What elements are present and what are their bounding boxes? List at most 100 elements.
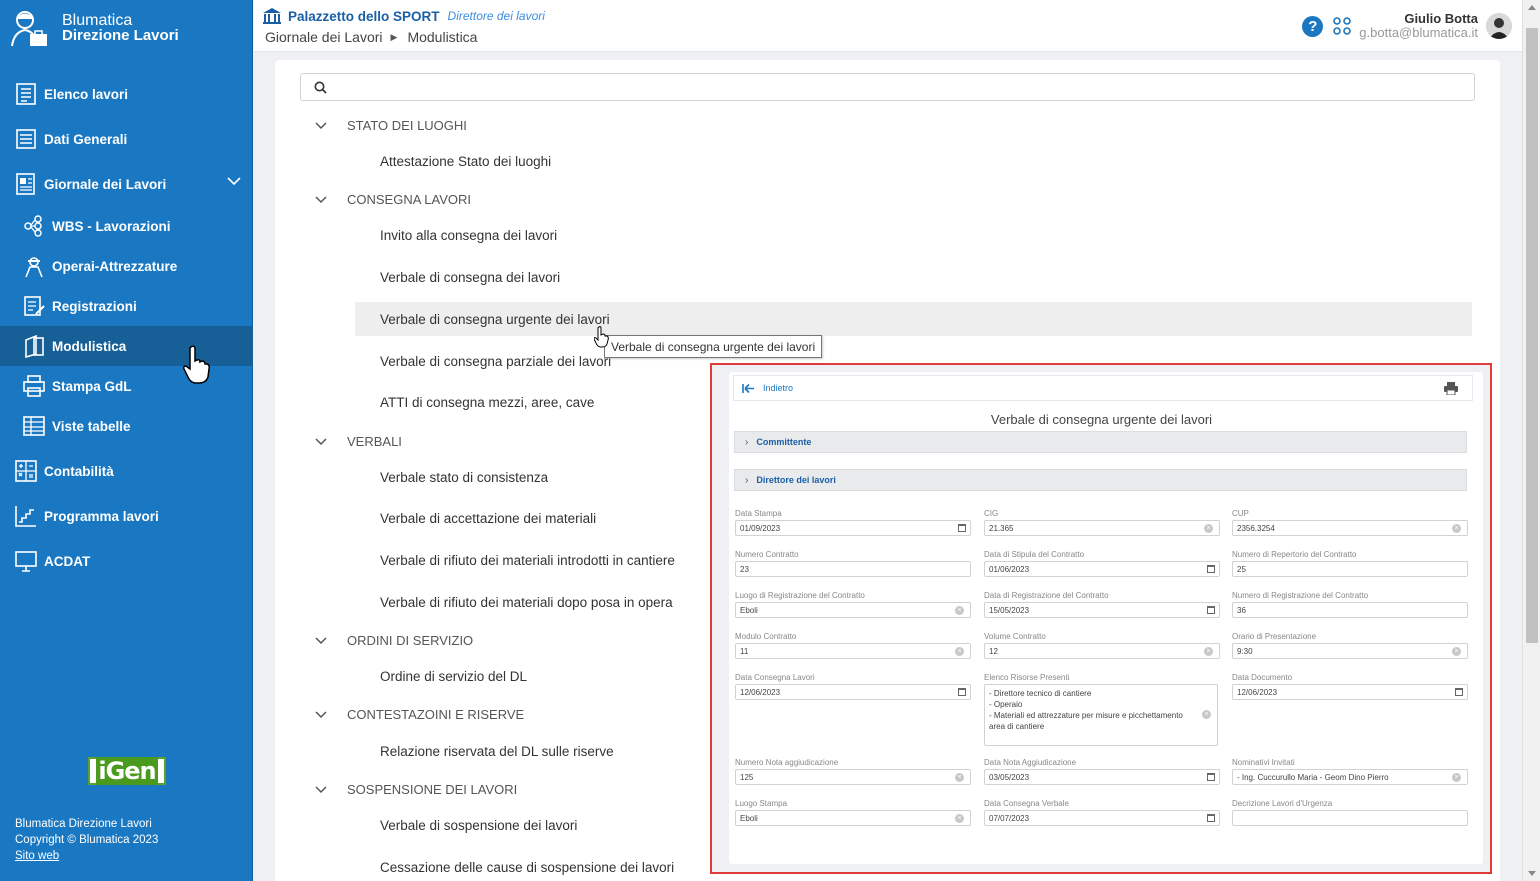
sidebar-item-wbs-lavorazioni[interactable]: WBS - Lavorazioni (0, 206, 253, 246)
sidebar-item-label: ACDAT (44, 553, 91, 569)
tree-item[interactable]: Attestazione Stato dei luoghi (355, 144, 1472, 178)
field-luogo-stampa: Luogo Stampa Eboli × (735, 799, 971, 826)
clear-icon[interactable]: × (955, 647, 964, 656)
sidebar-item-acdat[interactable]: ACDAT (0, 541, 253, 581)
text-input[interactable]: - Ing. Cuccurullo Maria - Geom Dino Pier… (1232, 769, 1468, 785)
chevron-right-icon: › (745, 436, 749, 448)
field-label: Modulo Contratto (735, 632, 797, 641)
sidebar-item-label: Contabilità (44, 463, 114, 479)
user-email: g.botta@blumatica.it (1359, 25, 1478, 40)
field-value: - Direttore tecnico di cantiere - Operai… (989, 689, 1183, 731)
sidebar-item-programma-lavori[interactable]: Programma lavori (0, 496, 253, 536)
igen-logo-text: iGen (96, 757, 158, 785)
date-input[interactable]: 01/06/2023 (984, 561, 1220, 577)
breadcrumb-item[interactable]: Giornale dei Lavori (265, 29, 383, 45)
sidebar-item-stampa-gdl[interactable]: Stampa GdL (0, 366, 253, 406)
field-value: 12 (989, 647, 998, 656)
breadcrumb: Giornale dei Lavori ▶ Modulistica (265, 29, 477, 45)
calendar-icon[interactable] (958, 688, 966, 696)
footer-website-link[interactable]: Sito web (15, 850, 59, 862)
accordion-label: Direttore dei lavori (756, 475, 836, 485)
tree-item[interactable]: Verbale di consegna urgente dei lavori (355, 302, 1472, 336)
text-input[interactable]: 9:30 × (1232, 643, 1468, 659)
accordion-committente[interactable]: › Committente (734, 431, 1467, 453)
apps-grid-icon[interactable] (1333, 17, 1352, 35)
clear-icon[interactable]: × (1452, 773, 1461, 782)
field-label: Numero di Repertorio del Contratto (1232, 550, 1357, 559)
text-input[interactable]: 12 × (984, 643, 1220, 659)
help-icon[interactable]: ? (1302, 15, 1324, 37)
text-input[interactable]: 125 × (735, 769, 971, 785)
field-value: Eboli (740, 606, 758, 615)
text-input[interactable]: 36 (1232, 602, 1468, 618)
text-input[interactable]: Eboli × (735, 602, 971, 618)
text-input[interactable]: 2356.3254 × (1232, 520, 1468, 536)
date-input[interactable]: 15/05/2023 (984, 602, 1220, 618)
calendar-icon[interactable] (1207, 773, 1215, 781)
field-value: Eboli (740, 814, 758, 823)
text-input[interactable]: 11 × (735, 643, 971, 659)
text-input[interactable]: 25 (1232, 561, 1468, 577)
scroll-up-icon[interactable] (1528, 5, 1536, 10)
sidebar-item-giornale-dei-lavori[interactable]: Giornale dei Lavori (0, 164, 253, 204)
tree-section[interactable]: CONTESTAZOINI E RISERVE (315, 707, 524, 722)
sidebar-item-elenco-lavori[interactable]: Elenco lavori (0, 74, 253, 114)
chart-steps-icon (15, 506, 36, 527)
tooltip: Verbale di consegna urgente dei lavori (604, 335, 823, 358)
text-input[interactable]: 23 (735, 561, 971, 577)
clear-icon[interactable]: × (955, 814, 964, 823)
app-logo[interactable]: Blumatica Direzione Lavori (10, 8, 179, 48)
scroll-down-icon[interactable] (1528, 871, 1536, 876)
avatar[interactable] (1486, 13, 1512, 39)
clear-icon[interactable]: × (1204, 524, 1213, 533)
calendar-icon[interactable] (1207, 606, 1215, 614)
calendar-icon[interactable] (1207, 814, 1215, 822)
date-input[interactable]: 01/09/2023 (735, 520, 971, 536)
clear-icon[interactable]: × (1452, 647, 1461, 656)
calendar-icon[interactable] (958, 524, 966, 532)
field-label: Numero Contratto (735, 550, 799, 559)
clear-icon[interactable]: × (1202, 710, 1211, 719)
sidebar-item-label: Elenco lavori (44, 86, 129, 102)
sidebar-item-registrazioni[interactable]: Registrazioni (0, 286, 253, 326)
clear-icon[interactable]: × (1204, 647, 1213, 656)
text-input[interactable]: Eboli × (735, 810, 971, 826)
date-input[interactable]: 12/06/2023 (1232, 684, 1468, 700)
date-input[interactable]: 03/05/2023 (984, 769, 1220, 785)
sidebar-item-dati-generali[interactable]: Dati Generali (0, 119, 253, 159)
textarea[interactable]: - Direttore tecnico di cantiere - Operai… (984, 684, 1218, 746)
date-input[interactable]: 12/06/2023 (735, 684, 971, 700)
sidebar-item-operai-attrezzature[interactable]: Operai-Attrezzature (0, 246, 253, 286)
field-value: - Ing. Cuccurullo Maria - Geom Dino Pier… (1237, 773, 1389, 782)
tree-section[interactable]: CONSEGNA LAVORI (315, 192, 471, 207)
tree-section[interactable]: VERBALI (315, 434, 402, 449)
page-scrollbar[interactable] (1522, 0, 1540, 881)
back-button[interactable]: Indietro (742, 383, 793, 394)
sidebar-item-contabilita[interactable]: Contabilità (0, 451, 253, 491)
scrollbar-thumb[interactable] (1526, 28, 1538, 643)
calendar-icon[interactable] (1207, 565, 1215, 573)
accordion-direttore-lavori[interactable]: › Direttore dei lavori (734, 469, 1467, 491)
date-input[interactable]: 07/07/2023 (984, 810, 1220, 826)
field-volume-contratto: Volume Contratto 12 × (984, 632, 1220, 659)
sidebar-item-label: Registrazioni (52, 298, 137, 314)
field-value: 9:30 (1237, 647, 1253, 656)
text-input[interactable] (1232, 810, 1468, 826)
search-input[interactable] (300, 73, 1475, 101)
clear-icon[interactable]: × (1452, 524, 1461, 533)
clear-icon[interactable]: × (955, 606, 964, 615)
field-value: 15/05/2023 (989, 606, 1030, 615)
text-input[interactable]: 21.365 × (984, 520, 1220, 536)
tree-section[interactable]: STATO DEI LUOGHI (315, 118, 467, 133)
tree-section[interactable]: ORDINI DI SERVIZIO (315, 633, 473, 648)
sidebar-item-modulistica[interactable]: Modulistica (0, 326, 253, 366)
sidebar-item-viste-tabelle[interactable]: Viste tabelle (0, 406, 253, 446)
user-info[interactable]: Giulio Botta g.botta@blumatica.it (1359, 12, 1478, 40)
tree-item[interactable]: Invito alla consegna dei lavori (355, 218, 1472, 252)
printer-icon[interactable] (1444, 382, 1458, 395)
sidebar-item-label: Programma lavori (44, 508, 159, 524)
calendar-icon[interactable] (1455, 688, 1463, 696)
tree-section[interactable]: SOSPENSIONE DEI LAVORI (315, 782, 517, 797)
clear-icon[interactable]: × (955, 773, 964, 782)
tree-item[interactable]: Verbale di consegna dei lavori (355, 260, 1472, 294)
